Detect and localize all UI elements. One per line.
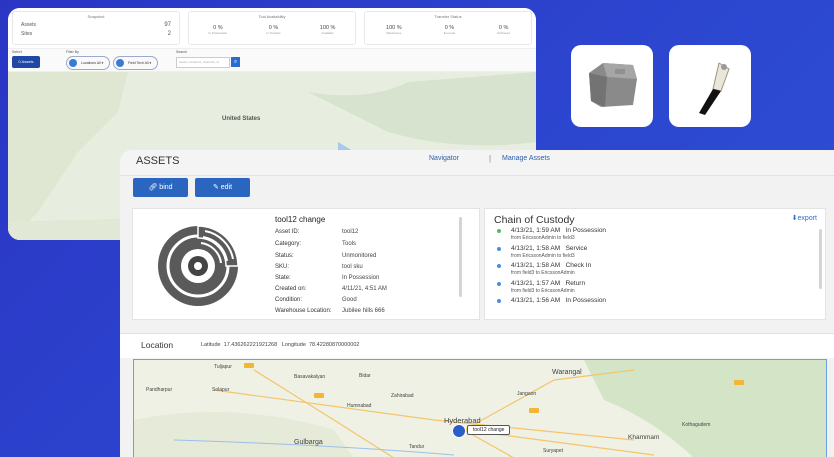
- stats-row: Snapshot Assets 97 Sites 2 Tool Availabili…: [8, 8, 536, 48]
- availability-item: 100 % Available: [319, 25, 336, 35]
- tool-card-box[interactable]: [571, 45, 653, 127]
- bind-button[interactable]: 🔗︎ bind: [133, 178, 188, 197]
- location-bar: Location Latitude 17.436262221921268 Lon…: [120, 333, 834, 358]
- event-status-dot: [497, 282, 501, 286]
- event-status-dot: [497, 229, 501, 233]
- tool-card-punch[interactable]: [669, 45, 751, 127]
- assets-count: 97: [164, 22, 171, 28]
- custody-event: 4/13/21, 1:58 AM Service from EricssonAdm…: [511, 245, 588, 259]
- sites-count: 2: [167, 31, 171, 37]
- user-icon: [116, 59, 124, 67]
- field-sku: SKU: tool sku: [275, 264, 363, 270]
- select-dropdown[interactable]: 0 Assets: [12, 56, 40, 68]
- tool-box-icon: [589, 63, 637, 107]
- event-status-dot: [497, 299, 501, 303]
- availability-card: Tool Availability 0 % In Possession 0 % In…: [188, 11, 356, 45]
- search-input[interactable]: assets, locations, channels, id: [176, 57, 230, 68]
- pencil-icon: ✎: [212, 184, 221, 191]
- custody-event: 4/13/21, 1:59 AM In Possession from Erics…: [511, 227, 607, 241]
- punch-tool-icon: [699, 62, 730, 115]
- snapshot-title: Snapshot: [87, 14, 105, 19]
- filter-bar: Select 0 Assets Filter By Locations All …: [8, 48, 536, 72]
- country-label: United States: [222, 116, 261, 122]
- availability-title: Tool Availability: [258, 14, 286, 19]
- asset-name: tool12 change: [275, 215, 326, 224]
- availability-item: 0 % In Possession: [208, 25, 228, 35]
- custody-event: 4/13/21, 1:57 AM Return from field3 to Er…: [511, 280, 586, 294]
- search-icon[interactable]: ⌕: [231, 57, 240, 67]
- assets-label: Assets: [21, 22, 37, 28]
- export-button[interactable]: ⬇export: [792, 214, 817, 222]
- field-created-on: Created on: 4/11/21, 4:51 AM: [275, 286, 387, 292]
- coordinates: Latitude 17.436262221921268 Longitude 78…: [201, 342, 360, 348]
- navigator-link[interactable]: Navigator: [429, 155, 459, 162]
- city-label: Tandur: [409, 444, 425, 450]
- city-label: Solapur: [212, 387, 230, 393]
- event-status-dot: [497, 247, 501, 251]
- locations-filter[interactable]: Locations All ▾: [66, 56, 111, 70]
- city-label: Suryapet: [543, 448, 564, 454]
- city-label: Khammam: [628, 434, 660, 441]
- custody-event: 4/13/21, 1:56 AM In Possession: [511, 297, 607, 304]
- field-warehouse-location: Warehouse Location: Jubilee hills 666: [275, 308, 385, 314]
- asset-header: ASSETS Navigator | Manage Assets: [120, 150, 834, 176]
- city-label: Warangal: [552, 369, 582, 376]
- custody-event: 4/13/21, 1:58 AM Check In from field3 to …: [511, 262, 592, 276]
- page-title: ASSETS: [136, 155, 180, 167]
- field-tech-filter[interactable]: Field Tech All ▾: [113, 56, 159, 70]
- highway-shield: [244, 363, 254, 368]
- city-label: Basavakalyan: [294, 374, 326, 380]
- custody-scrollbar[interactable]: [819, 229, 822, 289]
- city-label: Bidar: [359, 373, 371, 379]
- event-status-dot: [497, 264, 501, 268]
- city-label: Zahirabad: [391, 393, 414, 399]
- select-label: Select: [12, 50, 22, 54]
- sites-label: Sites: [21, 31, 33, 37]
- field-category: Category: Tools: [275, 241, 357, 247]
- transfer-card: Transfer Status 100 % Warehouse 0 % En-rou…: [364, 11, 532, 45]
- location-pin-icon[interactable]: [452, 424, 466, 438]
- custody-title: Chain of Custody: [494, 214, 575, 226]
- city-label: Humnabad: [347, 403, 372, 409]
- transfer-item: 0 % Delivered: [497, 25, 510, 35]
- location-map[interactable]: Tuljapur Basavakalyan Bidar Pandharpur S…: [133, 359, 827, 457]
- transfer-item: 0 % En-route: [443, 25, 456, 35]
- transfer-item: 100 % Warehouse: [386, 25, 402, 35]
- field-condition: Condition: Good: [275, 297, 357, 303]
- city-label: Pandharpur: [146, 387, 173, 393]
- highway-shield: [734, 380, 744, 385]
- city-label: Jangaon: [517, 391, 537, 397]
- city-label-hyderabad: Hyderabad: [444, 416, 481, 425]
- city-label: Kothagudem: [682, 422, 711, 428]
- edit-button[interactable]: ✎ edit: [195, 178, 250, 197]
- city-label: Gulbarga: [294, 439, 323, 446]
- snapshot-card: Snapshot Assets 97 Sites 2: [12, 11, 180, 45]
- nav-separator: |: [489, 154, 492, 163]
- chain-of-custody-panel: Chain of Custody ⬇export 4/13/21, 1:59 A…: [484, 208, 826, 320]
- search-label: Search: [176, 50, 188, 54]
- filter-by-label: Filter By: [66, 50, 79, 54]
- highway-shield: [314, 393, 324, 398]
- availability-item: 0 % In Transfer: [266, 25, 281, 35]
- highway-shield: [529, 408, 539, 413]
- asset-type-icon: [158, 225, 239, 306]
- field-state: State: In Possession: [275, 275, 380, 281]
- manage-assets-link[interactable]: Manage Assets: [502, 155, 550, 162]
- map-marker-label: tool12 change: [467, 425, 511, 435]
- asset-window: ASSETS Navigator | Manage Assets 🔗︎ bind…: [120, 150, 834, 457]
- location-icon: [69, 59, 77, 67]
- city-label: Tuljapur: [214, 364, 232, 370]
- link-icon: 🔗︎: [148, 184, 160, 191]
- details-scrollbar[interactable]: [459, 217, 462, 297]
- map-terrain: [134, 360, 826, 457]
- asset-details-panel: tool12 change Asset ID: tool12 Category: T…: [132, 208, 480, 320]
- field-status: Status: Unmonitored: [275, 253, 377, 259]
- field-asset-id: Asset ID: tool12: [275, 229, 359, 235]
- location-title: Location: [141, 340, 174, 350]
- transfer-title: Transfer Status: [434, 14, 462, 19]
